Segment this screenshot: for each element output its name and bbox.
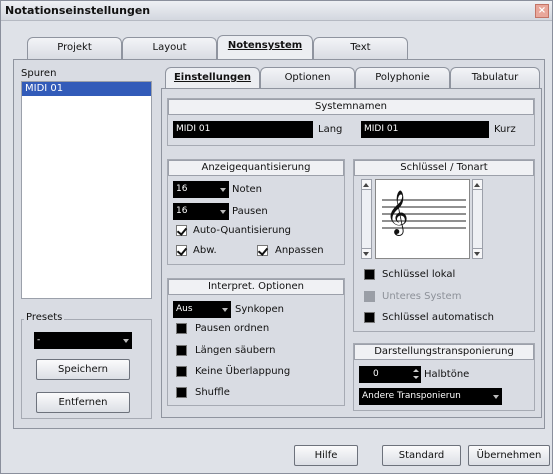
tracks-label: Spuren	[21, 68, 57, 79]
auto-quantize-label: Auto-Quantisierung	[193, 225, 292, 236]
scroll-down-icon[interactable]	[473, 248, 482, 258]
syncopation-label: Synkopen	[235, 304, 284, 315]
no-overlap-label: Keine Überlappung	[195, 366, 291, 377]
rests-order-checkbox[interactable]	[176, 323, 187, 334]
abw-checkbox[interactable]	[176, 245, 187, 256]
window-title: Notationseinstellungen	[5, 4, 151, 17]
apply-button[interactable]: Übernehmen	[468, 445, 550, 466]
tab-text[interactable]: Text	[313, 37, 408, 59]
rests-label: Pausen	[232, 206, 268, 217]
scroll-up-icon[interactable]	[362, 180, 371, 190]
tab-layout[interactable]: Layout	[122, 37, 217, 59]
scroll-down-icon[interactable]	[362, 248, 371, 258]
display-transposition-title: Darstellungstransponierung	[354, 344, 534, 360]
notation-settings-window: Notationseinstellungen × Projekt Layout …	[0, 0, 553, 474]
subtab-tabulatur[interactable]: Tabulatur	[450, 67, 540, 89]
local-clef-checkbox[interactable]	[364, 269, 375, 280]
rests-order-label: Pausen ordnen	[195, 323, 270, 334]
auto-quantize-checkbox[interactable]	[176, 225, 187, 236]
semitones-stepper-icon[interactable]	[412, 366, 420, 383]
lower-staff-label: Unteres System	[382, 291, 462, 302]
treble-clef-icon: 𝄞	[386, 190, 409, 234]
short-name-input[interactable]: MIDI 01	[361, 121, 489, 138]
help-button[interactable]: Hilfe	[294, 445, 358, 466]
auto-clef-checkbox[interactable]	[364, 312, 375, 323]
tab-projekt[interactable]: Projekt	[27, 37, 122, 59]
list-item[interactable]: MIDI 01	[22, 82, 151, 96]
long-name-input[interactable]: MIDI 01	[173, 121, 313, 138]
display-quantization-title: Anzeigequantisierung	[168, 160, 344, 176]
subtab-polyphonie[interactable]: Polyphonie	[355, 67, 450, 89]
semitones-label: Halbtöne	[424, 369, 470, 380]
notes-quantize-dropdown[interactable]: 16	[173, 181, 229, 198]
key-scrollbar[interactable]	[472, 179, 483, 259]
subtab-optionen[interactable]: Optionen	[260, 67, 355, 89]
interpretation-options-group	[167, 278, 345, 406]
transposition-dropdown[interactable]: Andere Transponierun	[359, 388, 502, 405]
tracks-list[interactable]: MIDI 01	[21, 81, 152, 299]
abw-label: Abw.	[193, 245, 217, 256]
clean-lengths-checkbox[interactable]	[176, 345, 187, 356]
interpretation-options-title: Interpret. Optionen	[168, 279, 344, 295]
scroll-up-icon[interactable]	[473, 180, 482, 190]
short-name-label: Kurz	[494, 124, 516, 135]
syncopation-dropdown[interactable]: Aus	[173, 301, 231, 318]
auto-clef-label: Schlüssel automatisch	[382, 312, 494, 323]
clef-key-title: Schlüssel / Tonart	[354, 160, 534, 176]
remove-preset-button[interactable]: Entfernen	[36, 392, 130, 413]
anpassen-checkbox[interactable]	[257, 245, 268, 256]
presets-dropdown[interactable]: -	[34, 332, 132, 349]
rests-quantize-dropdown[interactable]: 16	[173, 203, 229, 220]
clef-scrollbar[interactable]	[361, 179, 372, 259]
presets-label: Presets	[24, 312, 65, 323]
shuffle-label: Shuffle	[195, 387, 230, 398]
notes-label: Noten	[232, 184, 263, 195]
tab-notensystem[interactable]: Notensystem	[217, 35, 313, 59]
anpassen-label: Anpassen	[275, 245, 324, 256]
shuffle-checkbox[interactable]	[176, 387, 187, 398]
subtab-einstellungen[interactable]: Einstellungen	[165, 67, 260, 89]
system-names-title: Systemnamen	[168, 99, 534, 115]
long-name-label: Lang	[318, 124, 343, 135]
local-clef-label: Schlüssel lokal	[382, 269, 456, 280]
no-overlap-checkbox[interactable]	[176, 366, 187, 377]
clef-preview: 𝄞	[375, 179, 470, 259]
save-preset-button[interactable]: Speichern	[36, 359, 130, 380]
close-button[interactable]: ×	[535, 4, 549, 18]
standard-button[interactable]: Standard	[382, 445, 461, 466]
title-bar: Notationseinstellungen ×	[1, 1, 552, 21]
clean-lengths-label: Längen säubern	[195, 345, 276, 356]
lower-staff-checkbox[interactable]	[364, 291, 375, 302]
